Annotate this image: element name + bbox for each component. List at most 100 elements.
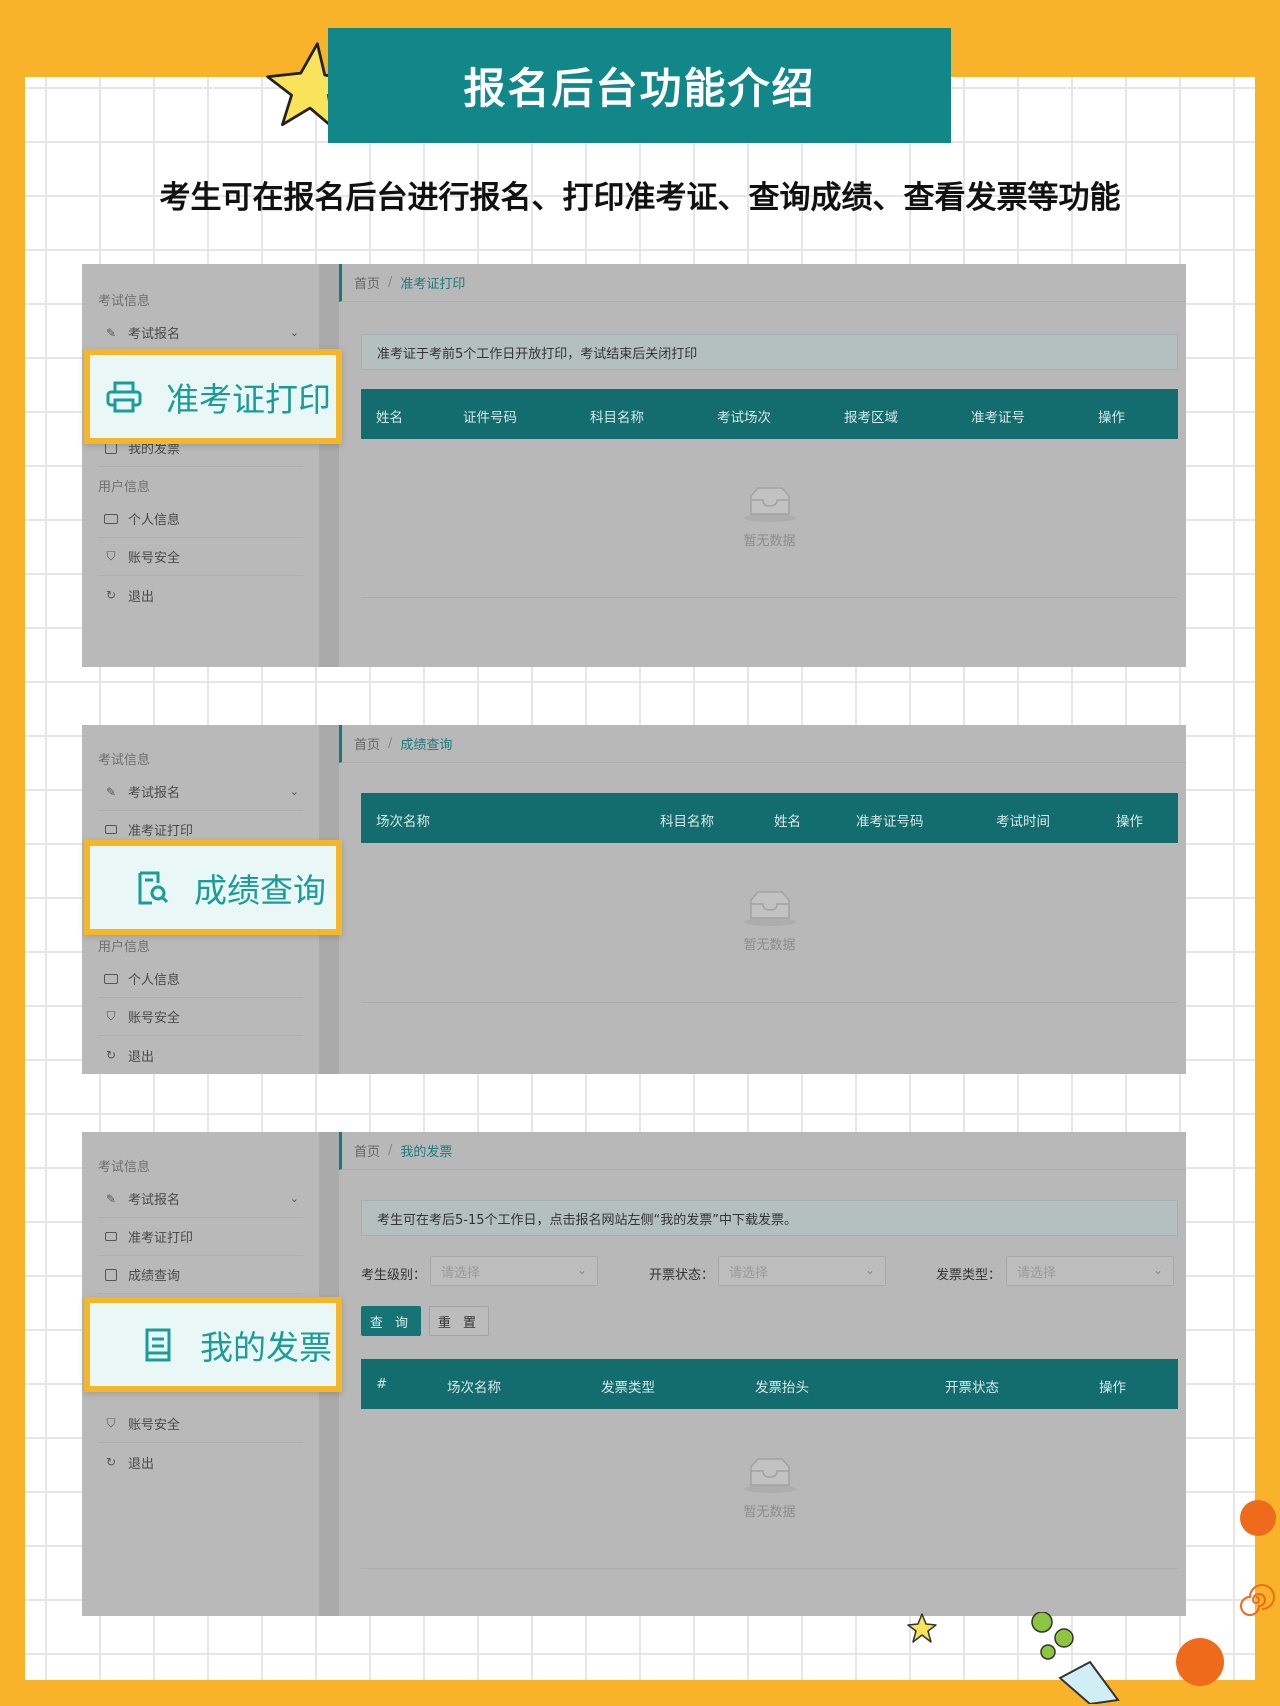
sidebar-section-exam: 考试信息 (98, 294, 151, 309)
main-content: 首页 / 成绩查询 场次名称 科目名称 姓名 准考证号码 考试时间 操作 暂无数… (339, 725, 1186, 1074)
printer-icon (104, 377, 144, 417)
spiral-decoration-icon (1240, 1584, 1275, 1616)
breadcrumb-current: 成绩查询 (400, 738, 453, 753)
sidebar-item-logout[interactable]: ↻ 退出 (98, 1036, 303, 1074)
breadcrumb: 首页 / 准考证打印 (339, 264, 1186, 302)
empty-text: 暂无数据 (743, 938, 796, 953)
column-header: 证件号码 (463, 410, 517, 426)
column-header: 科目名称 (590, 410, 644, 426)
breadcrumb: 首页 / 成绩查询 (339, 725, 1186, 763)
column-header: 场次名称 (447, 1380, 501, 1396)
sidebar-item-registration[interactable]: ✎ 考试报名 ⌄ (98, 773, 303, 811)
callout-invoice: 我的发票 (84, 1297, 342, 1392)
select-placeholder: 请选择 (441, 1265, 481, 1281)
main-content: 首页 / 我的发票 考生可在考后5-15个工作日，点击报名网站左侧“我的发票”中… (339, 1132, 1186, 1616)
sidebar-item-security[interactable]: ⛉ 账号安全 (98, 1405, 303, 1443)
column-header: # (376, 1376, 388, 1392)
sidebar-item-label: 账号安全 (128, 1011, 181, 1026)
sidebar-item-logout[interactable]: ↻ 退出 (98, 576, 303, 614)
sidebar-item-security[interactable]: ⛉ 账号安全 (98, 538, 303, 576)
edit-icon: ✎ (105, 1191, 117, 1206)
sidebar-item-label: 考试报名 (128, 327, 181, 342)
sidebar-item-label: 成绩查询 (128, 1269, 181, 1284)
sidebar-item-label: 准考证打印 (128, 1231, 194, 1246)
breadcrumb-home[interactable]: 首页 (354, 1141, 380, 1160)
reset-button[interactable]: 重 置 (429, 1306, 489, 1336)
callout-label: 准考证打印 (166, 379, 331, 419)
sidebar: 考试信息 ✎ 考试报名 ⌄ 我的发票 用户信息 个人信息 ⛉ 账号安全 ↻ 退出 (82, 264, 319, 667)
sidebar-item-label: 准考证打印 (128, 824, 194, 839)
main-content: 首页 / 准考证打印 准考证于考前5个工作日开放打印，考试结束后关闭打印 姓名 … (339, 264, 1186, 667)
sidebar-section-user: 用户信息 (98, 940, 151, 955)
empty-state: 暂无数据 (361, 486, 1178, 549)
sidebar-item-profile[interactable]: 个人信息 (98, 960, 303, 998)
column-header: 报考区域 (844, 410, 898, 426)
sidebar-item-registration[interactable]: ✎ 考试报名 ⌄ (98, 314, 303, 352)
invoice-icon (138, 1325, 178, 1365)
select-level[interactable]: 请选择 ⌄ (430, 1256, 598, 1286)
select-status[interactable]: 请选择 ⌄ (718, 1256, 886, 1286)
table-bottom-border (361, 597, 1178, 598)
sidebar-item-registration[interactable]: ✎ 考试报名 ⌄ (98, 1180, 303, 1218)
id-card-icon (104, 972, 118, 986)
select-placeholder: 请选择 (729, 1265, 769, 1281)
table-header: # 场次名称 发票类型 发票抬头 开票状态 操作 (361, 1359, 1178, 1409)
sidebar-item-score-query[interactable]: 成绩查询 (98, 1256, 303, 1294)
page-title: 报名后台功能介绍 (328, 28, 951, 143)
empty-text: 暂无数据 (743, 534, 796, 549)
filter-label-level: 考生级别： (361, 1268, 427, 1283)
breadcrumb-current: 准考证打印 (400, 277, 466, 292)
chevron-down-icon: ⌄ (1152, 1263, 1163, 1277)
breadcrumb-separator: / (388, 736, 393, 751)
sidebar-item-label: 退出 (128, 1049, 155, 1065)
breadcrumb-home[interactable]: 首页 (354, 273, 380, 292)
table-bottom-border (361, 1002, 1178, 1003)
shield-icon: ⛉ (106, 549, 116, 563)
column-header: 场次名称 (376, 814, 430, 830)
empty-text: 暂无数据 (743, 1505, 796, 1520)
column-header: 考试场次 (717, 410, 771, 426)
notice-banner: 考生可在考后5-15个工作日，点击报名网站左侧“我的发票”中下载发票。 (361, 1200, 1178, 1236)
sidebar-item-label: 账号安全 (128, 1418, 181, 1433)
empty-inbox-icon (743, 486, 797, 522)
notice-banner: 准考证于考前5个工作日开放打印，考试结束后关闭打印 (361, 334, 1178, 370)
admit-card-panel: 考试信息 ✎ 考试报名 ⌄ 我的发票 用户信息 个人信息 ⛉ 账号安全 ↻ 退出… (82, 264, 1186, 667)
search-document-icon (132, 868, 172, 908)
column-header: 科目名称 (660, 814, 714, 830)
column-header: 开票状态 (945, 1380, 999, 1396)
printer-icon (104, 823, 118, 837)
select-placeholder: 请选择 (1017, 1265, 1057, 1281)
filter-label-type: 发票类型： (936, 1268, 1002, 1283)
chevron-down-icon: ⌄ (576, 1263, 587, 1277)
orange-dot-decoration (1240, 1500, 1276, 1536)
logout-icon: ↻ (105, 1455, 117, 1469)
column-header: 操作 (1099, 1380, 1126, 1396)
callout-label: 成绩查询 (194, 870, 326, 910)
sidebar-item-profile[interactable]: 个人信息 (98, 500, 303, 538)
chevron-down-icon: ⌄ (864, 1263, 875, 1277)
column-header: 准考证号码 (856, 814, 924, 830)
column-header: 姓名 (376, 410, 403, 426)
chevron-down-icon: ⌄ (289, 326, 299, 339)
sidebar-section-exam: 考试信息 (98, 753, 151, 768)
empty-state: 暂无数据 (361, 1457, 1178, 1520)
id-card-icon (104, 512, 118, 526)
sidebar-item-label: 退出 (128, 1456, 155, 1472)
edit-icon: ✎ (105, 325, 117, 340)
sidebar-item-label: 账号安全 (128, 551, 181, 566)
sidebar-item-admit-card[interactable]: 准考证打印 (98, 1218, 303, 1256)
sidebar-scrollbar[interactable] (319, 264, 339, 667)
table-header: 场次名称 科目名称 姓名 准考证号码 考试时间 操作 (361, 793, 1178, 843)
sidebar-item-security[interactable]: ⛉ 账号安全 (98, 998, 303, 1036)
column-header: 准考证号 (971, 410, 1025, 426)
select-type[interactable]: 请选择 ⌄ (1006, 1256, 1174, 1286)
sidebar-section-exam: 考试信息 (98, 1160, 151, 1175)
page-subtitle: 考生可在报名后台进行报名、打印准考证、查询成绩、查看发票等功能 (159, 180, 1121, 216)
empty-inbox-icon (743, 1457, 797, 1493)
logout-icon: ↻ (105, 588, 117, 602)
breadcrumb-home[interactable]: 首页 (354, 734, 380, 753)
test-tube-decoration-icon (1031, 1612, 1120, 1704)
column-header: 操作 (1098, 410, 1125, 426)
query-button[interactable]: 查 询 (361, 1306, 421, 1336)
sidebar-item-logout[interactable]: ↻ 退出 (98, 1443, 303, 1481)
